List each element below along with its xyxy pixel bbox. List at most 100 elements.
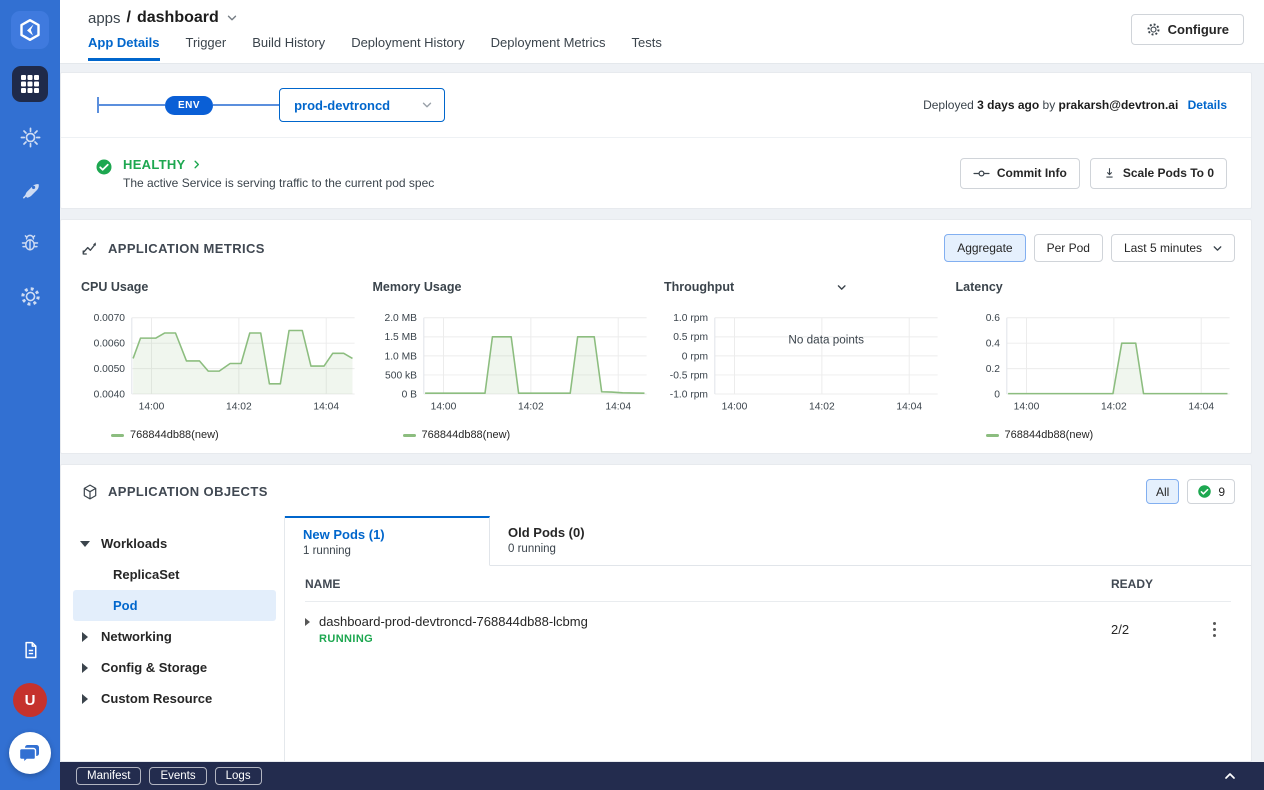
tree-group-config-storage[interactable]: Config & Storage bbox=[73, 652, 276, 683]
tab-build-history[interactable]: Build History bbox=[252, 35, 325, 61]
tree-group-label: Workloads bbox=[101, 536, 167, 551]
deployed-prefix: Deployed bbox=[923, 98, 974, 112]
row-menu-kebab-icon[interactable] bbox=[1209, 618, 1220, 641]
chart-plot: 0.00700.00600.00500.004014:0014:0214:04 bbox=[81, 308, 361, 427]
pods-panel: New Pods (1) 1 running Old Pods (0) 0 ru… bbox=[284, 516, 1251, 761]
svg-text:1.0 rpm: 1.0 rpm bbox=[673, 313, 708, 324]
svg-text:-0.5 rpm: -0.5 rpm bbox=[670, 370, 708, 381]
tree-item-replicaset[interactable]: ReplicaSet bbox=[73, 559, 276, 590]
resource-tree: Workloads ReplicaSet Pod Networking bbox=[61, 516, 284, 761]
chevron-right-icon bbox=[191, 159, 202, 170]
objects-title-group: APPLICATION OBJECTS bbox=[81, 483, 268, 501]
filter-all-button[interactable]: All bbox=[1146, 479, 1179, 504]
svg-text:0.4: 0.4 bbox=[985, 339, 1000, 350]
app-window: U apps / dashboard App Details Trigger B… bbox=[0, 0, 1264, 790]
chart-legend: 768844db88(new) bbox=[986, 429, 1236, 441]
sidebar-item-security[interactable] bbox=[12, 225, 48, 261]
expand-row-caret-icon[interactable] bbox=[305, 618, 310, 626]
commit-info-button[interactable]: Commit Info bbox=[960, 158, 1080, 189]
left-rail: U bbox=[0, 0, 60, 790]
chart-legend: 768844db88(new) bbox=[111, 429, 361, 441]
tab-app-details[interactable]: App Details bbox=[88, 35, 160, 61]
table-header: NAME READY bbox=[305, 566, 1231, 602]
deployment-details-link[interactable]: Details bbox=[1188, 98, 1227, 112]
tree-group-workloads[interactable]: Workloads bbox=[73, 528, 276, 559]
devtron-logo[interactable] bbox=[11, 11, 49, 49]
operations-sun-icon bbox=[19, 126, 42, 149]
tab-old-pods[interactable]: Old Pods (0) 0 running bbox=[490, 516, 695, 565]
application-metrics-card: APPLICATION METRICS Aggregate Per Pod La… bbox=[60, 219, 1252, 454]
svg-text:14:02: 14:02 bbox=[1101, 402, 1127, 413]
svg-text:1.0 MB: 1.0 MB bbox=[384, 351, 417, 362]
tab-trigger[interactable]: Trigger bbox=[186, 35, 227, 61]
filter-healthy-button[interactable]: 9 bbox=[1187, 479, 1235, 504]
chat-bubbles-icon bbox=[18, 741, 42, 765]
chart-title: CPU Usage bbox=[81, 280, 148, 294]
metrics-header: APPLICATION METRICS Aggregate Per Pod La… bbox=[81, 234, 1235, 262]
configure-button[interactable]: Configure bbox=[1131, 14, 1244, 45]
legend-label: 768844db88(new) bbox=[130, 429, 219, 441]
tree-item-label: Pod bbox=[113, 598, 138, 613]
events-button[interactable]: Events bbox=[149, 767, 206, 785]
chart-memory-usage: Memory Usage2.0 MB1.5 MB1.0 MB500 kB0 B1… bbox=[373, 280, 653, 445]
tab-deployment-history[interactable]: Deployment History bbox=[351, 35, 464, 61]
deployed-time: 3 days ago bbox=[977, 98, 1039, 112]
pod-name[interactable]: dashboard-prod-devtroncd-768844db88-lcbm… bbox=[319, 614, 588, 629]
document-icon bbox=[20, 640, 41, 661]
chevron-down-icon[interactable] bbox=[225, 11, 239, 25]
legend-swatch bbox=[403, 434, 416, 437]
app-header: apps / dashboard App Details Trigger Bui… bbox=[60, 0, 1264, 64]
deployment-status-card: ENV prod-devtroncd Deployed 3 days ago b… bbox=[60, 72, 1252, 209]
objects-body: Workloads ReplicaSet Pod Networking bbox=[61, 516, 1251, 761]
aggregate-toggle[interactable]: Aggregate bbox=[944, 234, 1025, 262]
chart-metric-dropdown-chevron-icon[interactable] bbox=[740, 281, 943, 294]
svg-text:14:02: 14:02 bbox=[518, 402, 544, 413]
metrics-title: APPLICATION METRICS bbox=[108, 241, 265, 256]
tree-item-pod[interactable]: Pod bbox=[73, 590, 276, 621]
pod-tab-sub: 0 running bbox=[508, 543, 677, 555]
sidebar-item-deploy[interactable] bbox=[12, 172, 48, 208]
time-range-select[interactable]: Last 5 minutes bbox=[1111, 234, 1235, 262]
svg-text:14:04: 14:04 bbox=[896, 402, 922, 413]
user-avatar[interactable]: U bbox=[13, 683, 47, 717]
svg-text:14:00: 14:00 bbox=[1013, 402, 1039, 413]
chat-help-button[interactable] bbox=[9, 732, 51, 774]
health-label: HEALTHY bbox=[123, 157, 186, 172]
tree-group-networking[interactable]: Networking bbox=[73, 621, 276, 652]
tree-group-label: Custom Resource bbox=[101, 691, 212, 706]
pods-table: NAME READY dashboard-prod-devtroncd-7688… bbox=[285, 566, 1251, 657]
charts-row: CPU Usage 0.00700.00600.00500.004014:0014… bbox=[81, 280, 1235, 445]
main-column: apps / dashboard App Details Trigger Bui… bbox=[60, 0, 1264, 790]
expand-panel-chevron-up-icon[interactable] bbox=[1222, 768, 1238, 784]
health-status-link[interactable]: HEALTHY bbox=[123, 157, 434, 172]
svg-text:14:00: 14:00 bbox=[430, 402, 456, 413]
chart-plot: 0.60.40.2014:0014:0214:04 bbox=[956, 308, 1236, 427]
tab-tests[interactable]: Tests bbox=[632, 35, 662, 61]
configure-label: Configure bbox=[1168, 22, 1229, 37]
tab-deployment-metrics[interactable]: Deployment Metrics bbox=[491, 35, 606, 61]
detail-bottom-bar: Manifest Events Logs bbox=[60, 762, 1264, 790]
scale-down-icon bbox=[1103, 166, 1116, 181]
caret-down-icon bbox=[79, 541, 91, 547]
pod-tab-label: Old Pods (0) bbox=[508, 525, 677, 540]
cube-icon bbox=[81, 483, 99, 501]
sidebar-item-docs[interactable] bbox=[12, 632, 48, 668]
sidebar-item-applications[interactable] bbox=[12, 66, 48, 102]
objects-title: APPLICATION OBJECTS bbox=[108, 484, 268, 499]
chart-legend: 768844db88(new) bbox=[403, 429, 653, 441]
sidebar-item-operations[interactable] bbox=[12, 119, 48, 155]
breadcrumb[interactable]: apps / dashboard bbox=[88, 9, 1244, 27]
breadcrumb-section: apps bbox=[88, 10, 121, 27]
logs-button[interactable]: Logs bbox=[215, 767, 262, 785]
column-ready: READY bbox=[1111, 577, 1197, 591]
per-pod-toggle[interactable]: Per Pod bbox=[1034, 234, 1103, 262]
metrics-title-group: APPLICATION METRICS bbox=[81, 239, 265, 257]
scale-pods-label: Scale Pods To 0 bbox=[1123, 166, 1214, 180]
tab-new-pods[interactable]: New Pods (1) 1 running bbox=[285, 516, 490, 566]
settings-gear-icon bbox=[19, 285, 42, 308]
sidebar-item-global-config[interactable] bbox=[12, 278, 48, 314]
scale-pods-button[interactable]: Scale Pods To 0 bbox=[1090, 158, 1227, 189]
tree-group-custom-resource[interactable]: Custom Resource bbox=[73, 683, 276, 714]
environment-select[interactable]: prod-devtroncd bbox=[279, 88, 445, 122]
manifest-button[interactable]: Manifest bbox=[76, 767, 141, 785]
